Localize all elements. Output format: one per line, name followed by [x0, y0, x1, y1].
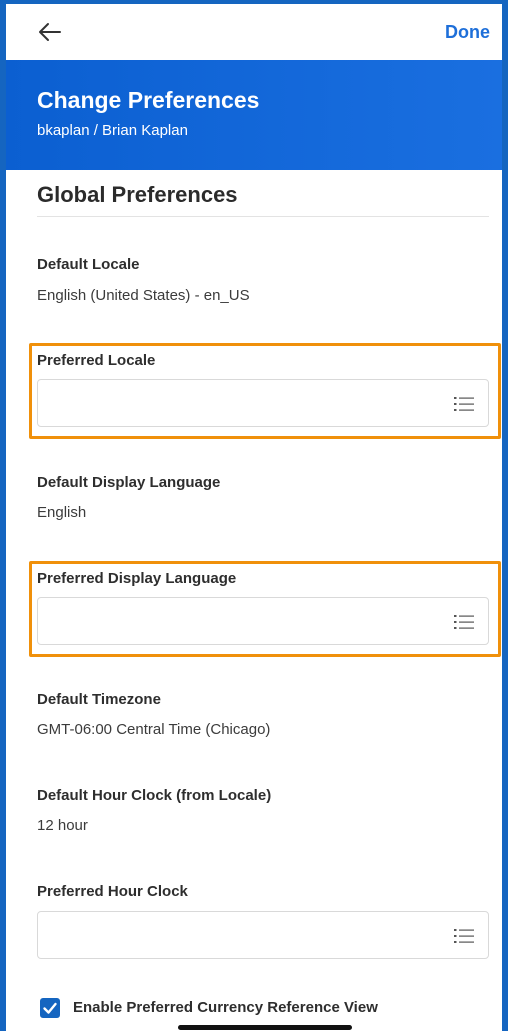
default-display-language-value: English	[37, 504, 87, 521]
default-timezone-label: Default Timezone	[37, 691, 161, 708]
list-icon[interactable]	[454, 613, 474, 631]
top-bar: Done	[6, 4, 502, 60]
preferred-locale-input[interactable]	[37, 379, 489, 427]
preferred-hour-clock-label: Preferred Hour Clock	[37, 883, 188, 900]
list-icon[interactable]	[454, 395, 474, 413]
page-header: Change Preferences bkaplan / Brian Kapla…	[6, 60, 502, 170]
home-indicator	[178, 1025, 352, 1030]
preferred-display-language-input[interactable]	[37, 597, 489, 645]
default-display-language-label: Default Display Language	[37, 474, 221, 491]
back-arrow-icon[interactable]	[36, 18, 66, 46]
preferred-hour-clock-input[interactable]	[37, 911, 489, 959]
page-subtitle: bkaplan / Brian Kaplan	[37, 122, 188, 139]
list-icon[interactable]	[454, 927, 474, 945]
default-timezone-value: GMT-06:00 Central Time (Chicago)	[37, 721, 271, 738]
preferred-locale-label: Preferred Locale	[37, 352, 156, 369]
page-title: Change Preferences	[37, 87, 260, 113]
default-locale-value: English (United States) - en_US	[37, 287, 250, 304]
enable-preferred-currency-checkbox[interactable]	[40, 998, 60, 1018]
enable-preferred-currency-label: Enable Preferred Currency Reference View	[73, 999, 378, 1016]
default-locale-label: Default Locale	[37, 256, 140, 273]
default-hour-clock-value: 12 hour	[37, 817, 88, 834]
app-frame: Done Change Preferences bkaplan / Brian …	[0, 0, 508, 1031]
section-divider	[37, 216, 489, 217]
done-button[interactable]: Done	[445, 22, 490, 43]
checkmark-icon	[43, 1002, 57, 1014]
default-hour-clock-label: Default Hour Clock (from Locale)	[37, 787, 272, 804]
preferred-display-language-label: Preferred Display Language	[37, 570, 237, 587]
section-title: Global Preferences	[37, 182, 238, 207]
